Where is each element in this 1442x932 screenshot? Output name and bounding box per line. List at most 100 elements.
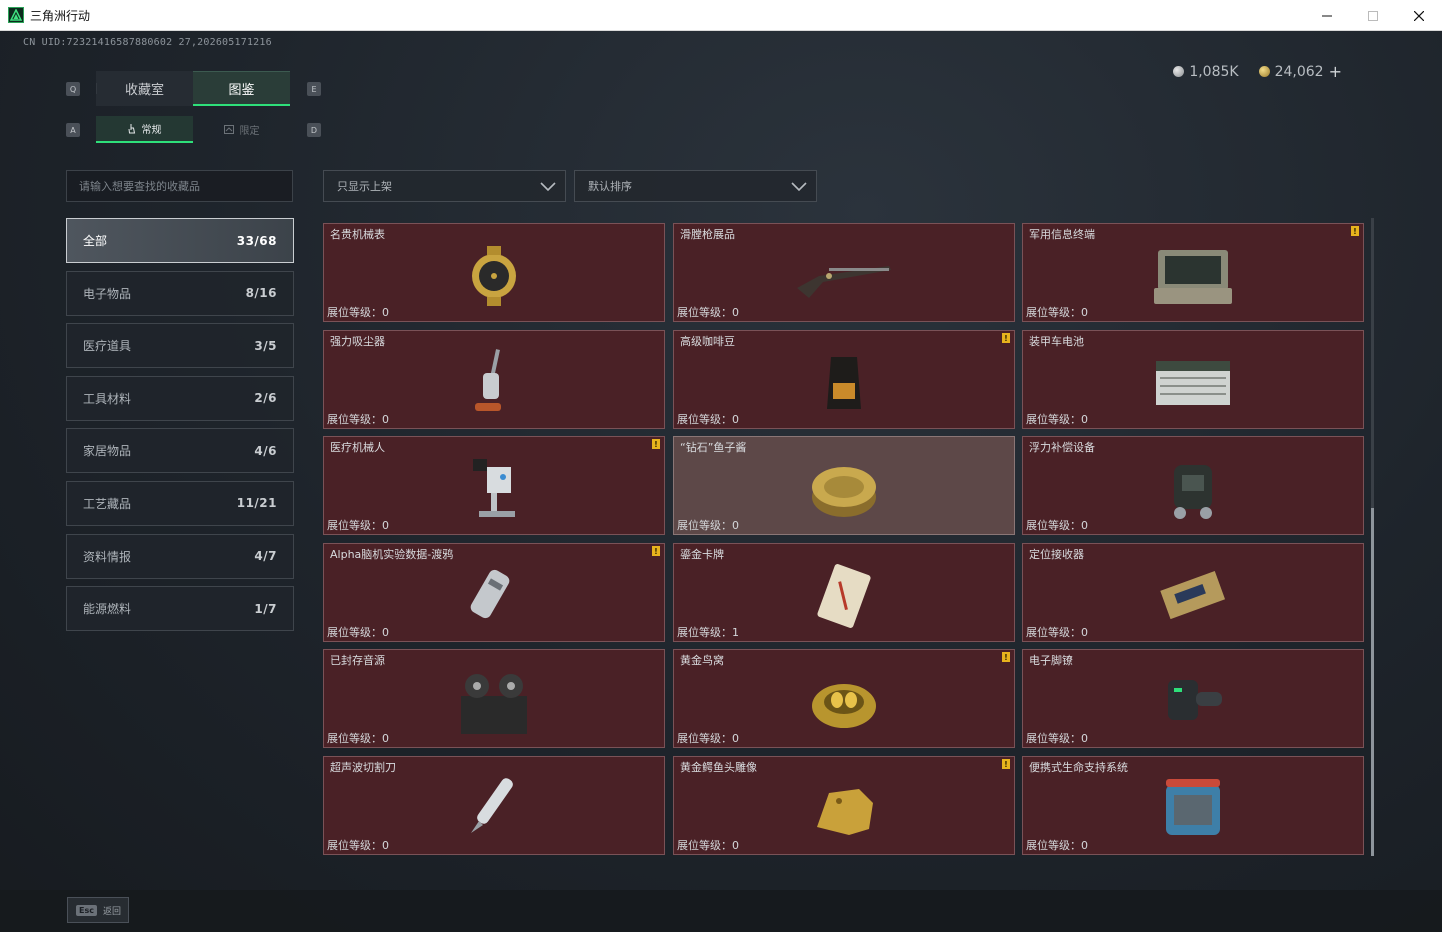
category-electronics[interactable]: 电子物品 8/16 [66, 270, 294, 316]
cutter-icon [471, 778, 513, 833]
collectible-card[interactable]: 强力吸尘器展位等级：0 [323, 330, 665, 429]
main-tabs: 收藏室 图鉴 [96, 71, 290, 106]
back-label: 返回 [102, 906, 121, 917]
collectible-card[interactable]: 黄金鸟窝 展位等级：0! [673, 649, 1015, 748]
croc-statue-icon [817, 789, 873, 835]
collectible-card[interactable]: Alpha脑机实验数据-渡鸦 展位等级：0! [323, 543, 665, 642]
category-all[interactable]: 全部 33/68 [66, 218, 294, 263]
booth-level: 展位等级：0 [677, 519, 739, 532]
window-titlebar: 三角洲行动 [0, 0, 1442, 31]
tab-regular-label: 常规 [141, 125, 162, 136]
booth-level: 展位等级：0 [327, 626, 389, 639]
category-label: 全部 [83, 234, 108, 248]
watch-icon [472, 246, 516, 306]
scrollbar-thumb[interactable] [1371, 508, 1374, 856]
minimize-button[interactable] [1304, 0, 1350, 31]
key-hint-d: D [307, 123, 321, 137]
key-hint-e: E [307, 82, 321, 96]
tab-catalog[interactable]: 图鉴 [193, 71, 290, 106]
collectible-card[interactable]: 电子脚镣 展位等级：0 [1022, 649, 1364, 748]
item-name: 便携式生命支持系统 [1029, 761, 1128, 774]
tape-recorder-icon [461, 674, 527, 734]
collectible-card[interactable]: 定位接收器 展位等级：0 [1022, 543, 1364, 642]
collectible-card[interactable]: 超声波切割刀 展位等级：0 [323, 756, 665, 855]
category-label: 电子物品 [83, 286, 132, 301]
collectible-card[interactable]: 鎏金卡牌展位等级：1 [673, 543, 1015, 642]
item-name: 军用信息终端 [1029, 228, 1095, 241]
sort-dropdown[interactable]: 默认排序 [574, 170, 817, 202]
item-name: “钻石”鱼子酱 [680, 441, 747, 454]
chevron-down-icon [791, 182, 807, 192]
currency-bar: 1,085K 24,062 + [1173, 62, 1342, 81]
close-button[interactable] [1396, 0, 1442, 31]
collectible-card[interactable]: 军用信息终端 展位等级：0! [1022, 223, 1364, 322]
key-hint-q: Q [66, 82, 80, 96]
vacuum-icon [475, 349, 501, 411]
item-name: 超声波切割刀 [330, 761, 396, 774]
back-button[interactable]: Esc 返回 [67, 897, 129, 923]
item-name: 滑膛枪展品 [680, 228, 735, 241]
category-label: 工具材料 [83, 391, 132, 406]
sub-tabs: 常规 限定 [96, 116, 290, 143]
collectible-card[interactable]: 便携式生命支持系统 展位等级：0 [1022, 756, 1364, 855]
collectible-card[interactable]: 黄金鳄鱼头雕像 展位等级：0! [673, 756, 1015, 855]
search-input[interactable]: 请输入想要查找的收藏品 [66, 170, 293, 202]
alert-badge-icon: ! [1002, 759, 1010, 769]
add-currency-button[interactable]: + [1329, 62, 1342, 81]
booth-level: 展位等级：0 [1026, 519, 1088, 532]
booth-level: 展位等级：0 [327, 519, 389, 532]
category-count: 3/5 [254, 338, 277, 353]
category-intel[interactable]: 资料情报 4/7 [66, 533, 294, 579]
category-count: 2/6 [254, 391, 277, 406]
booth-level: 展位等级：1 [677, 626, 739, 639]
category-count: 33/68 [236, 233, 277, 248]
collectible-card[interactable]: “钻石”鱼子酱 展位等级：0 [673, 436, 1015, 535]
shelf-filter-dropdown[interactable]: 只显示上架 [323, 170, 566, 202]
collectible-card[interactable]: 名贵机械表 展位等级：0 [323, 223, 665, 322]
booth-level: 展位等级：0 [327, 732, 389, 745]
caviar-tin-icon [812, 467, 876, 517]
item-name: 定位接收器 [1029, 548, 1084, 561]
app-logo-icon [8, 7, 24, 23]
life-support-icon [1166, 779, 1220, 835]
collectible-card[interactable]: 已封存音源 展位等级：0 [323, 649, 665, 748]
coffee-bag-icon [827, 357, 861, 409]
collectible-card[interactable]: 滑膛枪展品展位等级：0 [673, 223, 1015, 322]
maximize-button[interactable] [1350, 0, 1396, 31]
category-count: 4/6 [254, 443, 277, 458]
item-name: 装甲车电池 [1029, 335, 1084, 348]
data-canister-icon [470, 569, 510, 619]
musket-icon [797, 266, 891, 298]
booth-level: 展位等级：0 [327, 413, 389, 426]
collectible-card[interactable]: 装甲车电池展位等级：0 [1022, 330, 1364, 429]
alert-badge-icon: ! [1002, 652, 1010, 662]
tab-regular[interactable]: 常规 [96, 116, 193, 143]
collectible-card[interactable]: 医疗机械人 展位等级：0! [323, 436, 665, 535]
tab-collection-room[interactable]: 收藏室 [96, 71, 193, 106]
booth-level: 展位等级：0 [677, 732, 739, 745]
category-label: 资料情报 [83, 549, 132, 564]
ankle-monitor-icon [1168, 680, 1222, 720]
item-name: 黄金鳄鱼头雕像 [680, 761, 757, 774]
close-icon [1414, 10, 1424, 21]
item-name: 鎏金卡牌 [680, 548, 724, 561]
category-household[interactable]: 家居物品 4/6 [66, 428, 294, 474]
booth-level: 展位等级：0 [1026, 413, 1088, 426]
maximize-icon [1368, 10, 1378, 21]
booth-level: 展位等级：0 [677, 306, 739, 319]
item-name: 强力吸尘器 [330, 335, 385, 348]
category-label: 家居物品 [83, 444, 132, 459]
collectible-card[interactable]: 高级咖啡豆 展位等级：0! [673, 330, 1015, 429]
card-icon [817, 564, 871, 628]
category-energy[interactable]: 能源燃料 1/7 [66, 586, 294, 632]
category-tools[interactable]: 工具材料 2/6 [66, 375, 294, 421]
booth-level: 展位等级：0 [677, 413, 739, 426]
gold-amount: 24,062 [1274, 63, 1324, 80]
collectible-card[interactable]: 浮力补偿设备 展位等级：0 [1022, 436, 1364, 535]
booth-level: 展位等级：0 [327, 839, 389, 852]
category-label: 医疗道具 [83, 339, 132, 354]
footer-bar [0, 890, 1442, 932]
category-crafts[interactable]: 工艺藏品 11/21 [66, 480, 294, 526]
category-medical[interactable]: 医疗道具 3/5 [66, 323, 294, 369]
tab-limited[interactable]: 限定 [193, 116, 290, 143]
